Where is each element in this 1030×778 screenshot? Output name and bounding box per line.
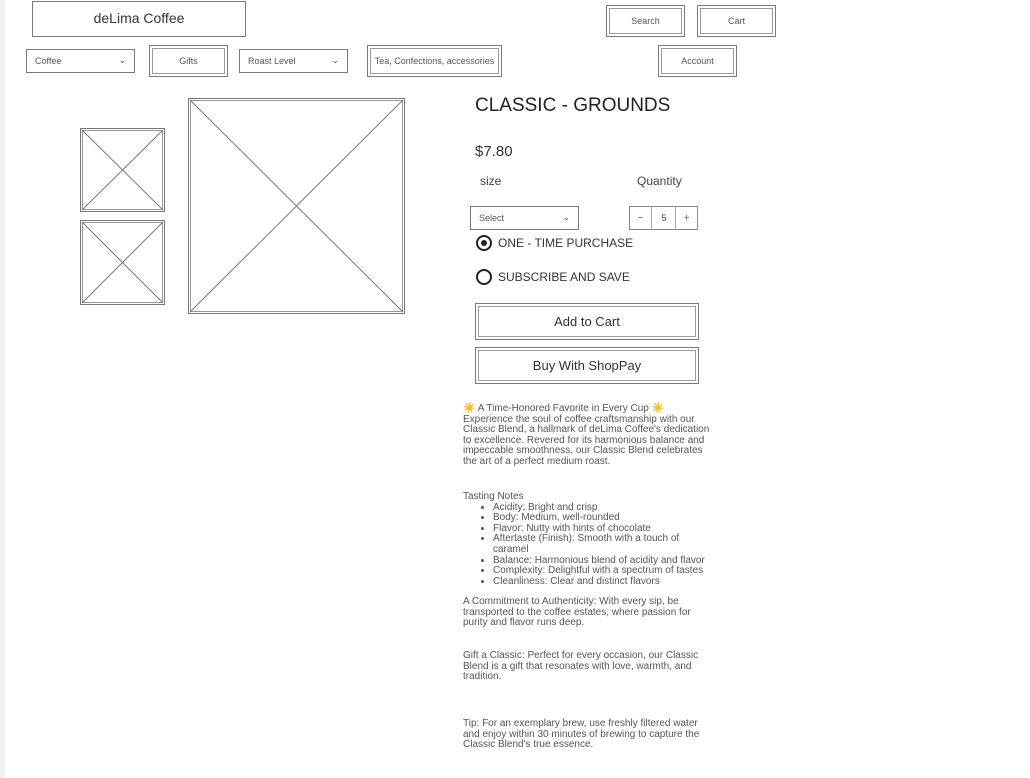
nav-coffee-label: Coffee: [35, 56, 62, 66]
logo[interactable]: deLima Coffee: [32, 1, 246, 37]
description-headline: ☀️ A Time-Honored Favorite in Every Cup …: [463, 403, 715, 415]
one-time-purchase-label[interactable]: ONE - TIME PURCHASE: [498, 236, 633, 250]
subscribe-and-save-radio[interactable]: [476, 269, 492, 285]
quantity-decrease-button[interactable]: −: [630, 207, 652, 229]
quantity-value[interactable]: 5: [652, 207, 676, 229]
page-edge: [0, 0, 5, 778]
account-button[interactable]: Account: [658, 45, 737, 77]
authenticity-paragraph: A Commitment to Authenticity: With every…: [463, 596, 691, 629]
logo-text: deLima Coffee: [93, 10, 185, 26]
size-select[interactable]: Select ⌄: [470, 206, 579, 230]
tasting-notes-title: Tasting Notes: [463, 491, 524, 502]
product-price: $7.80: [475, 143, 513, 160]
tasting-notes: Tasting Notes Acidity: Bright and crisp …: [463, 491, 715, 588]
chevron-down-icon: ⌄: [562, 211, 570, 222]
quantity-increase-button[interactable]: +: [675, 207, 697, 229]
thumbnail-image-2[interactable]: [80, 220, 166, 305]
product-title: CLASSIC - GROUNDS: [475, 95, 671, 116]
nav-gifts-label: Gifts: [179, 56, 198, 66]
account-button-label: Account: [681, 56, 714, 66]
size-label: size: [480, 174, 502, 188]
quantity-stepper[interactable]: − 5 +: [629, 206, 698, 230]
nav-tea-button[interactable]: Tea, Confections, accessories: [367, 45, 502, 77]
search-button[interactable]: Search: [606, 5, 685, 37]
sun-icon: ☀️: [651, 403, 665, 414]
nav-tea-label: Tea, Confections, accessories: [374, 56, 495, 66]
size-select-value: Select: [479, 213, 505, 223]
thumbnail-image-1[interactable]: [80, 128, 166, 212]
nav-roast-level-dropdown[interactable]: Roast Level ⌄: [239, 49, 348, 73]
sun-icon: ☀️: [463, 403, 476, 414]
quantity-label: Quantity: [637, 174, 682, 188]
cart-button-label: Cart: [727, 16, 745, 26]
nav-roast-level-label: Roast Level: [248, 56, 296, 66]
search-button-label: Search: [631, 16, 660, 26]
nav-gifts-button[interactable]: Gifts: [149, 45, 228, 77]
gift-paragraph: Gift a Classic: Perfect for every occasi…: [463, 650, 699, 683]
cart-button[interactable]: Cart: [697, 5, 776, 37]
list-item: Cleanliness: Clear and distinct flavors: [493, 576, 715, 588]
shoppay-button[interactable]: Buy With ShopPay: [475, 347, 699, 384]
add-to-cart-label: Add to Cart: [554, 314, 620, 329]
one-time-purchase-radio[interactable]: [476, 235, 492, 251]
main-product-image: [188, 98, 406, 315]
product-description: ☀️ A Time-Honored Favorite in Every Cup …: [463, 403, 715, 468]
shoppay-label: Buy With ShopPay: [532, 358, 642, 373]
chevron-down-icon: ⌄: [331, 54, 339, 65]
description-headline-text: A Time-Honored Favorite in Every Cup: [477, 403, 649, 414]
description-intro: Experience the soul of coffee craftsmans…: [463, 413, 710, 467]
tip-paragraph: Tip: For an exemplary brew, use freshly …: [463, 718, 700, 751]
add-to-cart-button[interactable]: Add to Cart: [475, 303, 699, 340]
tasting-notes-list: Acidity: Bright and crisp Body: Medium, …: [463, 502, 715, 588]
chevron-down-icon: ⌄: [118, 54, 126, 65]
subscribe-and-save-label[interactable]: SUBSCRIBE AND SAVE: [498, 270, 630, 284]
nav-coffee-dropdown[interactable]: Coffee ⌄: [26, 49, 135, 73]
list-item: Aftertaste (Finish): Smooth with a touch…: [493, 534, 715, 555]
